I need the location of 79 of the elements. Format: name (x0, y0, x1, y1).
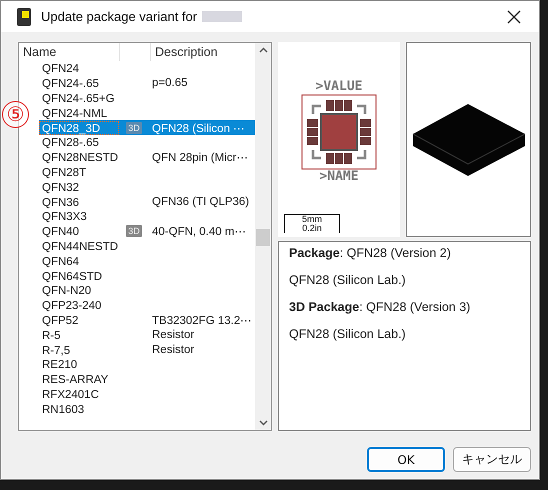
window-title: Update package variant for (41, 9, 198, 24)
package-row[interactable]: QFP23-240 (39, 298, 255, 313)
package-name: R-5 (41, 328, 62, 342)
package-name: RES-ARRAY (41, 373, 110, 386)
package-name: QFP52 (41, 314, 80, 327)
package-row[interactable]: QFN36 QFN36 (TI QLP36) (39, 194, 255, 209)
package-name: QFN3X3 (41, 210, 88, 224)
package-row[interactable]: QFN3X3 (39, 208, 255, 224)
app-icon (17, 8, 33, 26)
package-name: QFN24 (41, 62, 80, 76)
package-name: QFN64STD (41, 270, 104, 283)
package-row[interactable]: QFN32 (39, 179, 255, 194)
info-text: QFN28 (Silicon Lab.) (289, 327, 407, 342)
package-name: QFN-N20 (41, 284, 92, 298)
package-name: RN1603 (41, 402, 86, 416)
package-name: R-7,5 (41, 344, 72, 357)
package-description: Resistor (151, 344, 194, 356)
package-description: QFN36 (TI QLP36) (151, 196, 250, 208)
package-name: RE210 (41, 358, 78, 372)
close-icon[interactable] (507, 10, 521, 24)
package-row[interactable]: QFN24-.65 p=0.65 (39, 76, 255, 91)
package-name: RFX2401C (41, 388, 100, 401)
package-name: QFN28_3D (39, 120, 119, 135)
package-name: QFN28-.65 (41, 136, 100, 150)
3d-badge: 3D (126, 122, 142, 134)
cancel-button[interactable]: キャンセル (453, 447, 531, 472)
scale-label: 5mm (302, 215, 322, 224)
scroll-down-icon[interactable] (258, 420, 268, 426)
package-name: QFN36 (41, 196, 80, 209)
package-name: QFN64 (41, 254, 80, 268)
package-row[interactable]: QFN40 3D 40-QFN, 0.40 m⋯ (39, 224, 255, 239)
package-row[interactable]: RN1603 (39, 401, 255, 416)
package-row[interactable]: RFX2401C (39, 386, 255, 402)
package-name: QFN44NESTD (41, 240, 119, 253)
scroll-thumb[interactable] (256, 229, 270, 246)
package-description: TB32302FG 13.2⋯ (151, 314, 252, 327)
package-row[interactable]: QFN28-.65 (39, 134, 255, 150)
package-row[interactable]: QFP52 TB32302FG 13.2⋯ (39, 312, 255, 328)
package-row[interactable]: QFN24 (39, 61, 255, 76)
package-description: QFN 28pin (Micr⋯ (151, 151, 248, 164)
column-header[interactable]: Name (19, 43, 120, 61)
package-name: QFN24-.65 (41, 77, 100, 90)
package-name: QFN40 (41, 225, 80, 238)
name-label: >NAME (319, 170, 359, 184)
package-row[interactable]: QFN28T (39, 164, 255, 180)
3d-badge: 3D (126, 225, 142, 238)
package-row[interactable]: QFN24-NML (39, 105, 255, 120)
value-label: >VALUE (316, 80, 362, 94)
package-row[interactable]: QFN64STD (39, 268, 255, 283)
package-row[interactable]: R-5 Resistor (39, 327, 255, 342)
package-row[interactable]: QFN64 (39, 253, 255, 268)
package-row[interactable]: QFN24-.65+G (39, 90, 255, 106)
package-name: QFN28T (41, 166, 88, 179)
scale-label: 0.2in (302, 224, 322, 233)
package-row[interactable]: QFN28_3D 3D QFN28 (Silicon ⋯ (39, 120, 255, 135)
package-row[interactable]: QFN44NESTD (39, 238, 255, 254)
package-row[interactable]: RES-ARRAY (39, 372, 255, 387)
package-name: QFN24-.65+G (41, 92, 116, 105)
info-text: Package: QFN28 (Version 2) (289, 246, 452, 261)
column-header[interactable]: Description (151, 43, 255, 61)
package-name: QFP23-240 (41, 299, 102, 312)
package-row[interactable]: QFN-N20 (39, 282, 255, 298)
info-text: QFN28 (Silicon Lab.) (289, 273, 407, 288)
scroll-up-icon[interactable] (258, 47, 268, 53)
package-row[interactable]: R-7,5 Resistor (39, 342, 255, 357)
package-description: 40-QFN, 0.40 m⋯ (151, 225, 246, 238)
package-name: QFN24-NML (41, 106, 108, 120)
package-row[interactable]: QFN28NESTD QFN 28pin (Micr⋯ (39, 150, 255, 165)
ok-button[interactable]: OK (367, 447, 445, 472)
callout-number: ⑤ (2, 101, 29, 128)
package-description: p=0.65 (151, 77, 188, 90)
package-row[interactable]: RE210 (39, 356, 255, 372)
package-description: Resistor (151, 328, 194, 341)
scrollbar[interactable] (255, 43, 271, 430)
package-name: QFN28NESTD (41, 151, 119, 164)
package-name: QFN32 (41, 180, 80, 194)
info-text: 3D Package: QFN28 (Version 3) (289, 300, 472, 315)
redacted-text (202, 11, 242, 22)
package-description: QFN28 (Silicon ⋯ (151, 122, 246, 135)
